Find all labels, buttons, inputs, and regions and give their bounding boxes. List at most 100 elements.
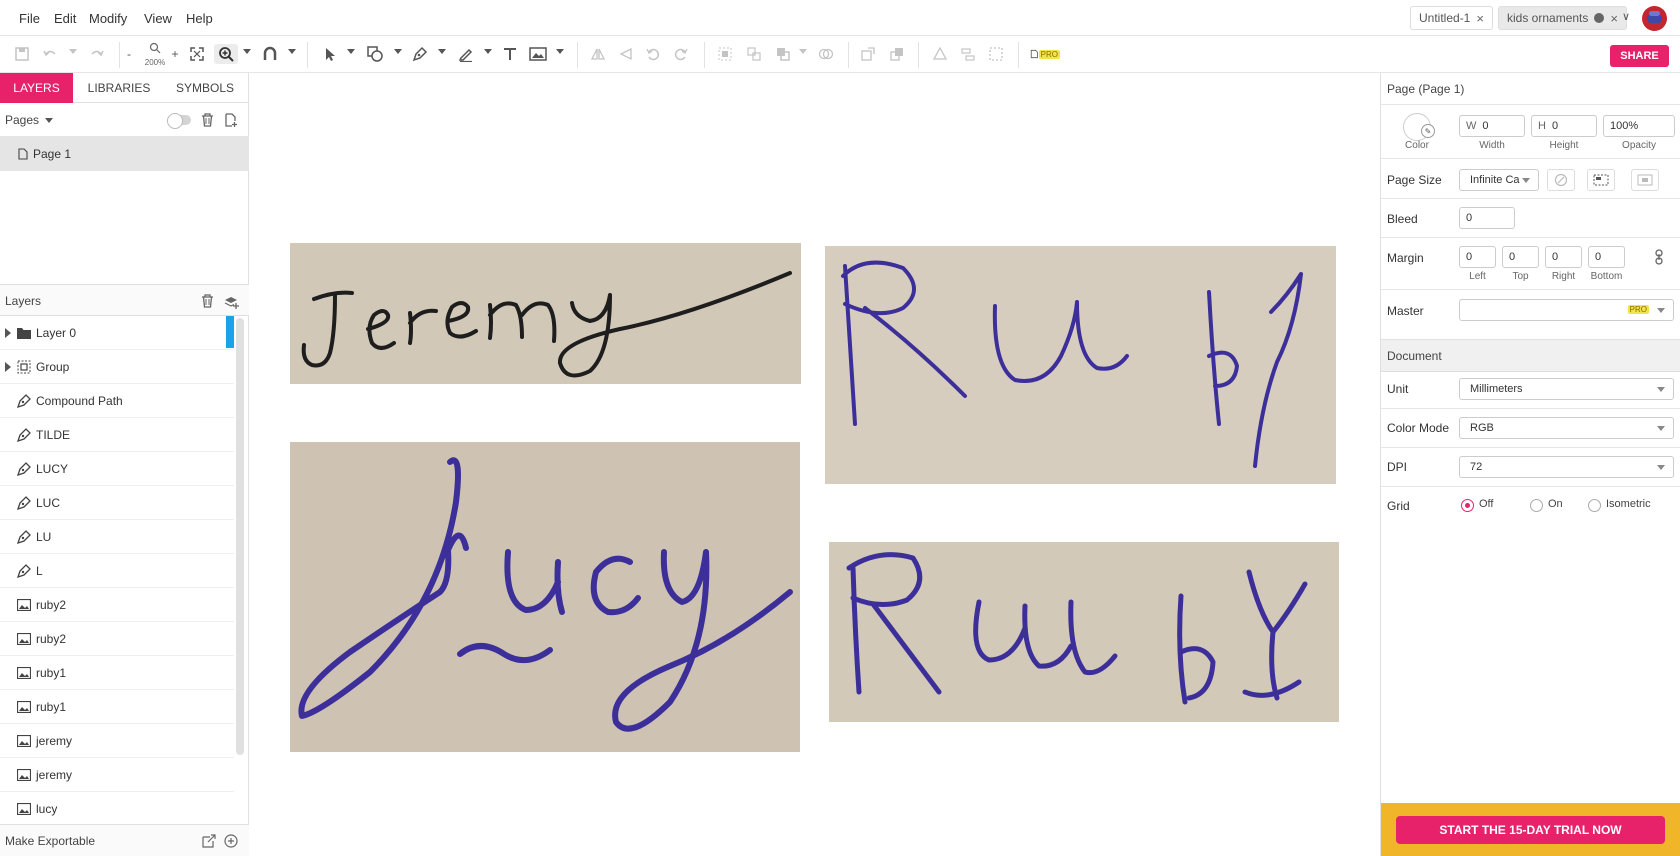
- pen-caret-icon[interactable]: [438, 49, 446, 54]
- flip-vertical-icon[interactable]: [616, 44, 636, 64]
- menu-help[interactable]: Help: [186, 11, 213, 26]
- layer-row[interactable]: ruby2: [0, 622, 234, 656]
- margin-left-field[interactable]: 0: [1459, 246, 1496, 268]
- page-size-select[interactable]: Infinite Ca: [1459, 169, 1539, 191]
- artboard-icon[interactable]: [986, 44, 1006, 64]
- zoom-out-button[interactable]: -: [124, 44, 134, 64]
- trash-icon[interactable]: [199, 293, 215, 309]
- export-slice-icon[interactable]: [201, 833, 217, 849]
- rotate-right-icon[interactable]: [671, 44, 691, 64]
- master-select[interactable]: PRO: [1459, 299, 1674, 321]
- text-tool-icon[interactable]: [500, 44, 520, 64]
- doc-tab-untitled[interactable]: Untitled-1 ×: [1410, 6, 1493, 30]
- tab-symbols[interactable]: SYMBOLS: [165, 73, 245, 103]
- dpi-select[interactable]: 72: [1459, 456, 1674, 478]
- layer-row[interactable]: ruby2: [0, 588, 234, 622]
- flip-horizontal-icon[interactable]: [588, 44, 608, 64]
- triangle-path-icon[interactable]: [930, 44, 950, 64]
- tabs-overflow-icon[interactable]: ∨: [1622, 10, 1630, 23]
- image-ruby1[interactable]: [825, 246, 1336, 484]
- snap-caret-icon[interactable]: [288, 49, 296, 54]
- margin-right-field[interactable]: 0: [1545, 246, 1582, 268]
- margin-top-field[interactable]: 0: [1502, 246, 1539, 268]
- margin-bottom-field[interactable]: 0: [1588, 246, 1625, 268]
- boolean-icon[interactable]: [816, 44, 836, 64]
- menu-file[interactable]: File: [19, 11, 40, 26]
- layer-row[interactable]: ruby1: [0, 656, 234, 690]
- layer-row[interactable]: ruby1: [0, 690, 234, 724]
- layer-row[interactable]: jeremy: [0, 724, 234, 758]
- zoom-tool-caret-icon[interactable]: [243, 49, 251, 54]
- layer-row[interactable]: jeremy: [0, 758, 234, 792]
- grid-on-label[interactable]: On: [1548, 498, 1563, 510]
- close-icon[interactable]: ×: [1610, 11, 1618, 26]
- close-icon[interactable]: ×: [1476, 11, 1484, 26]
- expand-arrow-icon[interactable]: [5, 362, 11, 372]
- arrange-caret-icon[interactable]: [799, 49, 807, 54]
- layer-row[interactable]: LUC: [0, 486, 234, 520]
- pages-toggle[interactable]: [167, 113, 191, 129]
- tab-libraries[interactable]: LIBRARIES: [80, 73, 158, 103]
- unmask-icon[interactable]: [887, 44, 907, 64]
- layer-row[interactable]: LU: [0, 520, 234, 554]
- layers-scrollbar[interactable]: [236, 318, 244, 755]
- rotate-left-icon[interactable]: [643, 44, 663, 64]
- image-ruby2[interactable]: [829, 542, 1339, 722]
- doc-tab-kids-ornaments[interactable]: kids ornaments ×: [1498, 6, 1627, 30]
- unit-select[interactable]: Millimeters: [1459, 378, 1674, 400]
- menu-view[interactable]: View: [144, 11, 172, 26]
- save-icon[interactable]: [12, 44, 32, 64]
- start-trial-button[interactable]: START THE 15-DAY TRIAL NOW: [1396, 816, 1665, 844]
- export-pro-icon[interactable]: PRO: [1030, 44, 1060, 64]
- page-fit-icon[interactable]: [1631, 169, 1659, 191]
- canvas[interactable]: [250, 73, 1380, 856]
- orientation-icon[interactable]: [1547, 169, 1575, 191]
- share-button[interactable]: SHARE: [1610, 45, 1669, 67]
- mask-icon[interactable]: [858, 44, 878, 64]
- eyedropper-icon[interactable]: ✎: [1421, 124, 1435, 138]
- pointer-tool-icon[interactable]: [320, 44, 340, 64]
- pencil-tool-icon[interactable]: [456, 44, 476, 64]
- tab-layers[interactable]: LAYERS: [0, 73, 73, 103]
- ungroup-icon[interactable]: [744, 44, 764, 64]
- group-icon[interactable]: [715, 44, 735, 64]
- height-field[interactable]: H 0: [1531, 115, 1597, 137]
- width-field[interactable]: W 0: [1459, 115, 1525, 137]
- bleed-field[interactable]: 0: [1459, 207, 1515, 229]
- fit-screen-icon[interactable]: [187, 44, 207, 64]
- add-page-icon[interactable]: [223, 112, 239, 128]
- zoom-in-button[interactable]: +: [170, 44, 180, 64]
- page-item[interactable]: Page 1: [0, 137, 249, 171]
- pencil-caret-icon[interactable]: [484, 49, 492, 54]
- pointer-caret-icon[interactable]: [347, 49, 355, 54]
- undo-icon[interactable]: [40, 44, 60, 64]
- opacity-field[interactable]: 100%: [1603, 115, 1675, 137]
- trash-icon[interactable]: [199, 112, 215, 128]
- layer-row[interactable]: Group: [0, 350, 234, 384]
- image-lucy[interactable]: [290, 442, 800, 752]
- layer-row[interactable]: TILDE: [0, 418, 234, 452]
- image-caret-icon[interactable]: [556, 49, 564, 54]
- color-mode-select[interactable]: RGB: [1459, 417, 1674, 439]
- zoom-tool-icon[interactable]: [214, 44, 238, 64]
- add-layer-icon[interactable]: [223, 293, 239, 309]
- image-tool-icon[interactable]: [528, 44, 548, 64]
- shape-caret-icon[interactable]: [394, 49, 402, 54]
- grid-off-label[interactable]: Off: [1479, 498, 1493, 510]
- grid-on-radio[interactable]: [1530, 499, 1543, 512]
- menu-edit[interactable]: Edit: [54, 11, 76, 26]
- grid-off-radio[interactable]: [1461, 499, 1474, 512]
- layer-row[interactable]: Layer 0: [0, 316, 234, 350]
- arrange-icon[interactable]: [773, 44, 793, 64]
- redo-icon[interactable]: [87, 44, 107, 64]
- layer-row[interactable]: Compound Path: [0, 384, 234, 418]
- pages-dropdown[interactable]: Pages: [5, 113, 54, 127]
- zoom-level[interactable]: 200%: [144, 42, 166, 68]
- image-jeremy[interactable]: [290, 243, 801, 384]
- shape-tool-icon[interactable]: [365, 44, 385, 64]
- expand-arrow-icon[interactable]: [5, 328, 11, 338]
- page-bounds-icon[interactable]: [1587, 169, 1615, 191]
- pen-tool-icon[interactable]: [410, 44, 430, 64]
- link-margins-icon[interactable]: [1651, 249, 1667, 265]
- grid-isometric-radio[interactable]: [1588, 499, 1601, 512]
